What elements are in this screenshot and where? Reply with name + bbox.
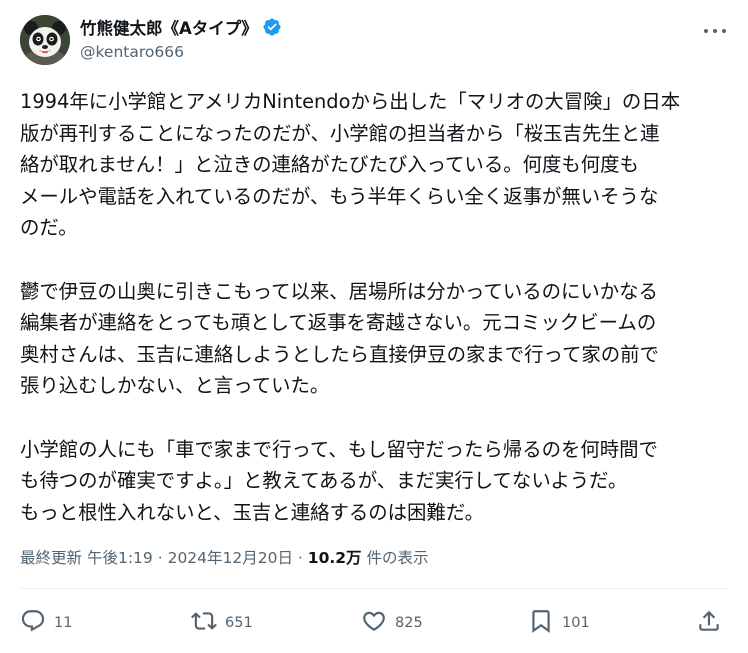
retweet-count: 651 — [225, 615, 253, 631]
tweet-body: 1994年に小学館とアメリカNintendoから出した「マリオの大冒険」の日本 … — [20, 86, 732, 528]
tweet-line: 奥村さんは、玉吉に連絡しようとしたら直接伊豆の家まで行って家の前で — [20, 342, 659, 366]
tweet-card: 竹熊健太郎《Aタイプ》 @kentaro666 1994年に小学館とアメリカNi… — [0, 0, 748, 653]
views-label: 件の表示 — [366, 549, 429, 567]
more-dot — [722, 29, 726, 33]
tweet-line: 絡が取れません！」と泣きの連絡がたびたび入っている。何度も何度も — [20, 153, 639, 177]
tweet-header: 竹熊健太郎《Aタイプ》 @kentaro666 — [20, 13, 728, 69]
divider — [20, 588, 728, 589]
reply-icon — [20, 608, 46, 638]
tweet-meta: 最終更新 午後1:19 · 2024年12月20日 · 10.2万 件の表示 — [20, 546, 429, 568]
updated-label: 最終更新 — [20, 549, 83, 567]
views-count[interactable]: 10.2万 — [308, 549, 362, 567]
author-handle[interactable]: @kentaro666 — [80, 43, 184, 61]
verified-badge-icon[interactable] — [262, 17, 282, 37]
tweet-line: 1994年に小学館とアメリカNintendoから出した「マリオの大冒険」の日本 — [20, 90, 681, 113]
bookmark-count: 101 — [562, 615, 590, 631]
more-options-icon[interactable] — [704, 21, 726, 41]
share-button[interactable] — [696, 606, 722, 640]
tweet-line: 版が再刊することになったのだが、小学館の担当者から「桜玉吉先生と連 — [20, 121, 660, 145]
tweet-time[interactable]: 午後1:19 — [87, 549, 153, 567]
retweet-button[interactable]: 651 — [191, 606, 253, 640]
more-dot — [713, 29, 717, 33]
action-bar: 11 651 825 101 — [20, 606, 728, 640]
reply-button[interactable]: 11 — [20, 606, 72, 640]
reply-count: 11 — [54, 615, 73, 631]
tweet-line: もっと根性入れないと、玉吉と連絡するのは困難だ。 — [20, 500, 485, 524]
tweet-line: 小学館の人にも「車で家まで行って、もし留守だったら帰るのを何時間で — [20, 437, 658, 461]
author-display-name[interactable]: 竹熊健太郎《Aタイプ》 — [80, 15, 258, 39]
share-icon — [696, 608, 722, 638]
tweet-line: 鬱で伊豆の山奥に引きこもって以来、居場所は分かっているのにいかなる — [20, 279, 658, 303]
tweet-line: も待つのが確実ですよ。」と教えてあるが、まだ実行してないようだ。 — [20, 469, 628, 493]
tweet-line: 張り込むしかない、と言っていた。 — [20, 374, 330, 398]
panda-avatar-icon[interactable] — [20, 15, 70, 65]
tweet-line: のだ。 — [20, 216, 78, 240]
tweet-date[interactable]: 2024年12月20日 — [168, 549, 293, 567]
more-dot — [704, 29, 708, 33]
bookmark-button[interactable]: 101 — [528, 606, 590, 640]
tweet-line: 編集者が連絡をとっても頑として返事を寄越さない。元コミックビームの — [20, 311, 657, 335]
like-count: 825 — [395, 615, 423, 631]
bookmark-icon — [528, 608, 554, 638]
like-button[interactable]: 825 — [361, 606, 423, 640]
meta-separator: · — [157, 549, 163, 567]
author-name-row: 竹熊健太郎《Aタイプ》 — [80, 15, 282, 39]
tweet-line: メールや電話を入れているのだが、もう半年くらい全く返事が無いそうな — [20, 184, 659, 208]
heart-icon — [361, 608, 387, 638]
meta-separator: · — [297, 549, 303, 567]
retweet-icon — [191, 608, 217, 638]
